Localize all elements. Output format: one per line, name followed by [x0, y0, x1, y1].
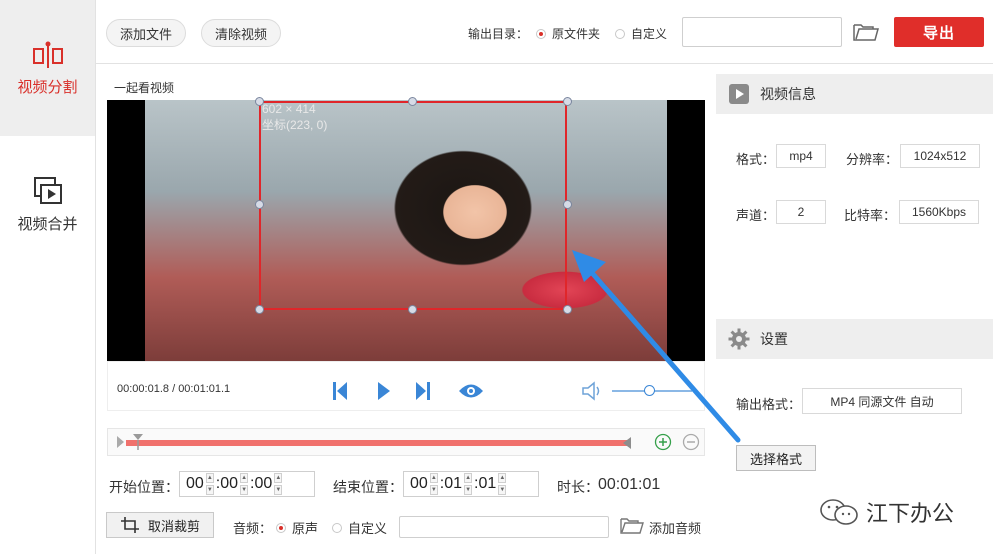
crop-handle-top-left[interactable] [255, 97, 264, 106]
sidebar: 视频分割 视频合并 [0, 0, 96, 554]
radio-audio-custom[interactable] [332, 522, 342, 533]
split-icon [32, 41, 63, 68]
video-info-icon [729, 84, 749, 104]
radio-source-folder[interactable] [536, 28, 546, 39]
format-value: mp4 [776, 144, 826, 168]
start-hours[interactable]: 00 [186, 475, 204, 493]
start-hours-stepper[interactable]: ▲ ▼ [205, 473, 214, 495]
video-info-header: 视频信息 [716, 74, 993, 114]
merge-icon [33, 176, 62, 204]
video-info-title: 视频信息 [760, 86, 816, 102]
output-dir-source-option[interactable]: 原文件夹 [536, 25, 600, 42]
sidebar-item-label: 视频合并 [17, 215, 78, 233]
output-path-input[interactable] [682, 17, 842, 47]
start-position-label: 开始位置： [109, 479, 179, 495]
crop-handle-right[interactable] [563, 200, 572, 209]
option-label: 原文件夹 [552, 27, 601, 41]
audio-custom-option[interactable]: 自定义 [332, 518, 387, 537]
format-label: 格式： [736, 152, 776, 167]
preview-eye-icon[interactable] [458, 382, 484, 400]
end-hours[interactable]: 00 [410, 475, 428, 493]
add-audio-link[interactable]: 添加音频 [649, 518, 701, 537]
audio-original-option[interactable]: 原声 [276, 518, 318, 537]
output-dir-label: 输出目录： [468, 27, 529, 41]
channel-value: 2 [776, 200, 826, 224]
end-position-field[interactable]: 00 ▲ ▼ : 01 ▲ ▼ : 01 ▲ ▼ [403, 471, 539, 497]
cancel-crop-label: 取消裁剪 [147, 518, 200, 534]
channel-label: 声道： [736, 208, 776, 223]
start-minutes-stepper[interactable]: ▲ ▼ [240, 473, 249, 495]
annotation-arrow-icon [572, 250, 741, 443]
radio-custom-folder[interactable] [615, 28, 625, 39]
folder-open-icon[interactable] [619, 516, 645, 536]
clear-video-button[interactable]: 清除视频 [201, 19, 281, 47]
sidebar-item-video-split[interactable]: 视频分割 [0, 0, 95, 136]
folder-open-icon[interactable] [852, 21, 880, 43]
crop-handle-top-right[interactable] [563, 97, 572, 106]
output-format-value: MP4 同源文件 自动 [802, 388, 962, 414]
crop-handle-top[interactable] [408, 97, 417, 106]
end-seconds-stepper[interactable]: ▲ ▼ [498, 473, 507, 495]
time-total: 00:01:01.1 [178, 383, 231, 395]
crop-handle-left[interactable] [255, 200, 264, 209]
output-dir-custom-option[interactable]: 自定义 [615, 25, 667, 42]
option-label: 原声 [292, 521, 319, 536]
play-icon[interactable] [376, 380, 392, 402]
bitrate-label: 比特率： [844, 208, 897, 223]
sidebar-item-label: 视频分割 [17, 78, 78, 96]
crop-rectangle[interactable] [259, 101, 567, 310]
trim-start-handle-icon[interactable] [115, 433, 145, 451]
custom-audio-input[interactable] [399, 516, 609, 538]
export-button[interactable]: 导出 [894, 17, 984, 47]
trim-range-bar[interactable] [126, 440, 628, 446]
toolbar: 添加文件 清除视频 输出目录： 原文件夹 自定义 [96, 0, 993, 64]
sidebar-item-video-merge[interactable]: 视频合并 [0, 136, 95, 272]
start-seconds-stepper[interactable]: ▲ ▼ [274, 473, 283, 495]
resolution-label: 分辨率： [846, 152, 899, 167]
end-minutes[interactable]: 01 [444, 475, 462, 493]
duration-label: 时长： [557, 479, 599, 495]
crop-icon [120, 517, 139, 533]
end-hours-stepper[interactable]: ▲ ▼ [429, 473, 438, 495]
next-frame-icon[interactable] [414, 380, 432, 402]
settings-title: 设置 [760, 331, 788, 347]
playback-time: 00:00:01.8 / 00:01:01.1 [117, 383, 230, 395]
add-file-button[interactable]: 添加文件 [106, 19, 186, 47]
crop-handle-bottom-left[interactable] [255, 305, 264, 314]
watermark-text: 江下办公 [866, 501, 955, 526]
settings-header: 设置 [716, 319, 993, 359]
start-position-field[interactable]: 00 ▲ ▼ : 00 ▲ ▼ : 00 ▲ ▼ [179, 471, 315, 497]
bitrate-value: 1560Kbps [899, 200, 979, 224]
option-label: 自定义 [631, 27, 668, 41]
start-minutes[interactable]: 00 [220, 475, 238, 493]
duration-value: 00:01:01 [598, 476, 661, 493]
previous-frame-icon[interactable] [331, 380, 349, 402]
option-label: 自定义 [348, 521, 388, 536]
audio-label: 音频： [233, 521, 273, 536]
radio-audio-original[interactable] [276, 522, 286, 533]
crop-handle-bottom[interactable] [408, 305, 417, 314]
end-seconds[interactable]: 01 [479, 475, 497, 493]
time-current: 00:00:01.8 [117, 383, 169, 395]
start-seconds[interactable]: 00 [255, 475, 273, 493]
watermark: 江下办公 [818, 496, 954, 528]
video-title: 一起看视频 [114, 81, 175, 95]
end-position-label: 结束位置： [333, 479, 403, 495]
cancel-crop-button[interactable]: 取消裁剪 [106, 512, 214, 538]
end-minutes-stepper[interactable]: ▲ ▼ [464, 473, 473, 495]
wechat-icon [820, 499, 858, 525]
resolution-value: 1024x512 [900, 144, 980, 168]
